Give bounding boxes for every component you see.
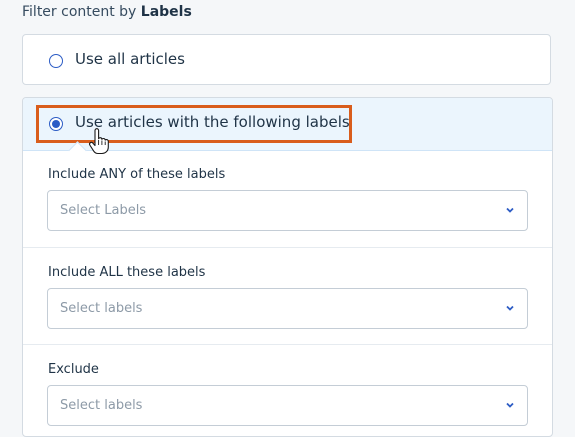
include-all-select[interactable]: Select labels: [47, 288, 528, 329]
section-include-any: Include ANY of these labels Select Label…: [23, 150, 552, 247]
exclude-label: Exclude: [48, 362, 99, 377]
option-all-label: Use all articles: [75, 50, 185, 68]
option-use-all-articles[interactable]: Use all articles: [22, 34, 551, 85]
hand-cursor-icon: [89, 128, 109, 155]
filter-title: Filter content by Labels: [22, 4, 192, 20]
exclude-select[interactable]: Select labels: [47, 385, 528, 426]
section-include-all: Include ALL these labels Select labels: [23, 247, 552, 345]
chevron-down-icon: [506, 305, 514, 311]
include-all-label: Include ALL these labels: [48, 265, 206, 280]
filter-title-bold: Labels: [140, 4, 192, 20]
radio-icon[interactable]: [49, 54, 63, 68]
filter-title-prefix: Filter content by: [22, 4, 141, 20]
include-any-select[interactable]: Select Labels: [47, 190, 528, 231]
exclude-placeholder: Select labels: [60, 398, 143, 413]
chevron-down-icon: [506, 402, 514, 408]
section-exclude: Exclude Select labels: [23, 344, 552, 436]
include-any-placeholder: Select Labels: [60, 203, 147, 218]
include-all-placeholder: Select labels: [60, 301, 143, 316]
chevron-down-icon: [506, 207, 514, 213]
highlight-box: [36, 105, 352, 143]
include-any-label: Include ANY of these labels: [48, 167, 226, 182]
